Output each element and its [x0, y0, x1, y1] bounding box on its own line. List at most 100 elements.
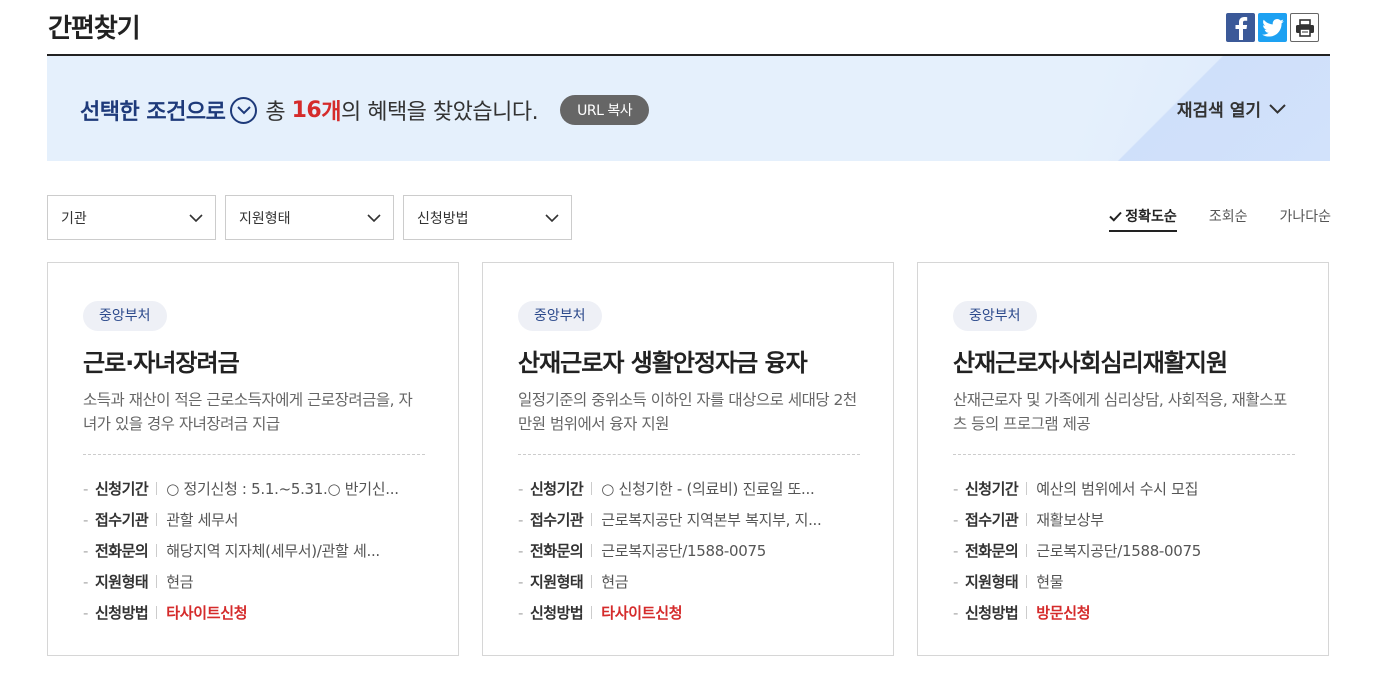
info-row: - 접수기관 관할 세무서 — [83, 510, 239, 530]
filter-label: 기관 — [61, 210, 87, 227]
total-prefix: 총 — [265, 100, 286, 125]
info-row: - 신청기간 예산의 범위에서 수시 모집 — [953, 479, 1199, 499]
info-value: 해당지역 지자체(세무서)/관할 세... — [166, 542, 380, 560]
info-value: 예산의 범위에서 수시 모집 — [1036, 480, 1199, 498]
info-row: - 전화문의 근로복지공단/1588-0075 — [953, 541, 1202, 561]
info-key: 신청방법 — [95, 604, 149, 622]
info-row: - 지원형태 현금 — [518, 572, 629, 592]
info-row: - 신청기간 ○ 신청기한 - (의료비) 진료일 또... — [518, 479, 815, 499]
sort-accuracy[interactable]: 정확도순 — [1109, 206, 1177, 232]
filter-agency-select[interactable]: 기관 — [47, 195, 216, 240]
category-badge: 중앙부처 — [953, 301, 1037, 331]
benefit-card-list: 중앙부처 근로·자녀장려금 소득과 재산이 적은 근로소득자에게 근로장려금을,… — [47, 262, 1329, 656]
facebook-share-button[interactable] — [1226, 13, 1255, 42]
search-summary-banner: 선택한 조건으로 총 16 개 의 혜택을 찾았습니다. URL 복사 재검색 열기 — [47, 56, 1330, 161]
reopen-search-label: 재검색 열기 — [1176, 101, 1261, 121]
card-info-list: - 신청기간 예산의 범위에서 수시 모집 - 접수기관 재활보상부 - 전화문의 근로복지… — [953, 473, 1294, 628]
share-buttons — [1226, 13, 1319, 42]
info-key: 지원형태 — [530, 573, 584, 591]
info-key: 신청방법 — [965, 604, 1019, 622]
filter-label: 신청방법 — [417, 210, 469, 227]
info-value: 재활보상부 — [1036, 511, 1104, 529]
info-key: 신청방법 — [530, 604, 584, 622]
info-key: 접수기관 — [965, 511, 1019, 529]
twitter-share-button[interactable] — [1258, 13, 1287, 42]
filter-bar: 기관 지원형태 신청방법 — [47, 195, 572, 240]
info-value: 관할 세무서 — [166, 511, 239, 529]
filter-support-type-select[interactable]: 지원형태 — [225, 195, 394, 240]
info-key: 신청기간 — [530, 480, 584, 498]
card-divider — [83, 454, 425, 455]
sort-alphabetical[interactable]: 가나다순 — [1279, 206, 1331, 232]
result-suffix: 의 혜택을 찾았습니다. — [340, 100, 539, 125]
info-key: 지원형태 — [95, 573, 149, 591]
info-key: 전화문의 — [95, 542, 149, 560]
info-row: - 전화문의 근로복지공단/1588-0075 — [518, 541, 767, 561]
url-copy-button[interactable]: URL 복사 — [560, 95, 650, 125]
benefit-card[interactable]: 중앙부처 산재근로자 생활안정자금 융자 일정기준의 중위소득 이하인 자를 대… — [482, 262, 894, 656]
chevron-down-icon — [545, 213, 559, 222]
info-key: 신청기간 — [965, 480, 1019, 498]
twitter-icon — [1261, 18, 1284, 37]
category-badge: 중앙부처 — [83, 301, 167, 331]
filter-label: 지원형태 — [239, 210, 291, 227]
print-button[interactable] — [1290, 13, 1319, 42]
chevron-down-icon — [189, 213, 203, 222]
info-value: 근로복지공단/1588-0075 — [601, 542, 767, 560]
card-title[interactable]: 근로·자녀장려금 — [83, 343, 424, 378]
info-row: - 신청방법 방문신청 — [953, 603, 1091, 623]
info-key: 접수기관 — [95, 511, 149, 529]
info-row: - 신청방법 타사이트신청 — [518, 603, 683, 623]
info-key: 전화문의 — [530, 542, 584, 560]
info-row: - 접수기관 재활보상부 — [953, 510, 1104, 530]
info-row: - 신청기간 ○ 정기신청 : 5.1.~5.31.○ 반기신... — [83, 479, 399, 499]
info-key: 접수기관 — [530, 511, 584, 529]
card-divider — [953, 454, 1295, 455]
apply-method-value: 타사이트신청 — [166, 604, 248, 622]
info-key: 전화문의 — [965, 542, 1019, 560]
sort-accuracy-label: 정확도순 — [1125, 209, 1177, 225]
check-icon — [1109, 211, 1123, 222]
info-value: 근로복지공단/1588-0075 — [1036, 542, 1202, 560]
condition-toggle-button[interactable] — [230, 96, 258, 124]
result-summary: 선택한 조건으로 총 16 개 의 혜택을 찾았습니다. URL 복사 — [80, 94, 650, 126]
info-value: ○ 정기신청 : 5.1.~5.31.○ 반기신... — [166, 480, 399, 498]
result-count-unit: 개 — [321, 100, 341, 125]
info-row: - 지원형태 현금 — [83, 572, 194, 592]
card-info-list: - 신청기간 ○ 신청기한 - (의료비) 진료일 또... - 접수기관 근로복지공단… — [518, 473, 859, 628]
benefit-card[interactable]: 중앙부처 산재근로자사회심리재활지원 산재근로자 및 가족에게 심리상담, 사회… — [917, 262, 1329, 656]
info-row: - 접수기관 근로복지공단 지역본부 복지부, 지... — [518, 510, 822, 530]
page-title: 간편찾기 — [48, 14, 141, 44]
facebook-icon — [1235, 16, 1247, 40]
result-count: 16 — [291, 97, 322, 123]
info-value: 현금 — [601, 573, 629, 591]
info-key: 지원형태 — [965, 573, 1019, 591]
card-description: 산재근로자 및 가족에게 심리상담, 사회적응, 재활스포츠 등의 프로그램 제… — [953, 391, 1287, 433]
card-description: 소득과 재산이 적은 근로소득자에게 근로장려금을, 자녀가 있을 경우 자녀장… — [83, 391, 413, 433]
card-info-list: - 신청기간 ○ 정기신청 : 5.1.~5.31.○ 반기신... - 접수기관 관할… — [83, 473, 424, 628]
printer-icon — [1295, 18, 1314, 37]
category-badge: 중앙부처 — [518, 301, 602, 331]
chevron-down-icon — [367, 213, 381, 222]
reopen-search-button[interactable]: 재검색 열기 — [1177, 96, 1286, 121]
chevron-down-icon — [237, 105, 251, 114]
card-title[interactable]: 산재근로자 생활안정자금 융자 — [518, 343, 859, 378]
info-value: 현금 — [166, 573, 194, 591]
card-description: 일정기준의 중위소득 이하인 자를 대상으로 세대당 2천만원 범위에서 융자 … — [518, 391, 857, 433]
card-title[interactable]: 산재근로자사회심리재활지원 — [953, 343, 1294, 378]
chevron-down-icon — [1269, 103, 1286, 114]
info-value: 근로복지공단 지역본부 복지부, 지... — [601, 511, 822, 529]
sort-views[interactable]: 조회순 — [1209, 206, 1248, 232]
info-value: 현물 — [1036, 573, 1064, 591]
info-key: 신청기간 — [95, 480, 149, 498]
info-row: - 전화문의 해당지역 지자체(세무서)/관할 세... — [83, 541, 380, 561]
benefit-card[interactable]: 중앙부처 근로·자녀장려금 소득과 재산이 적은 근로소득자에게 근로장려금을,… — [47, 262, 459, 656]
condition-label: 선택한 조건으로 — [80, 100, 226, 125]
card-divider — [518, 454, 860, 455]
info-value: ○ 신청기한 - (의료비) 진료일 또... — [601, 480, 815, 498]
sort-options: 정확도순 조회순 가나다순 — [1109, 206, 1331, 232]
filter-apply-method-select[interactable]: 신청방법 — [403, 195, 572, 240]
info-row: - 신청방법 타사이트신청 — [83, 603, 248, 623]
apply-method-value: 방문신청 — [1036, 604, 1091, 622]
info-row: - 지원형태 현물 — [953, 572, 1064, 592]
